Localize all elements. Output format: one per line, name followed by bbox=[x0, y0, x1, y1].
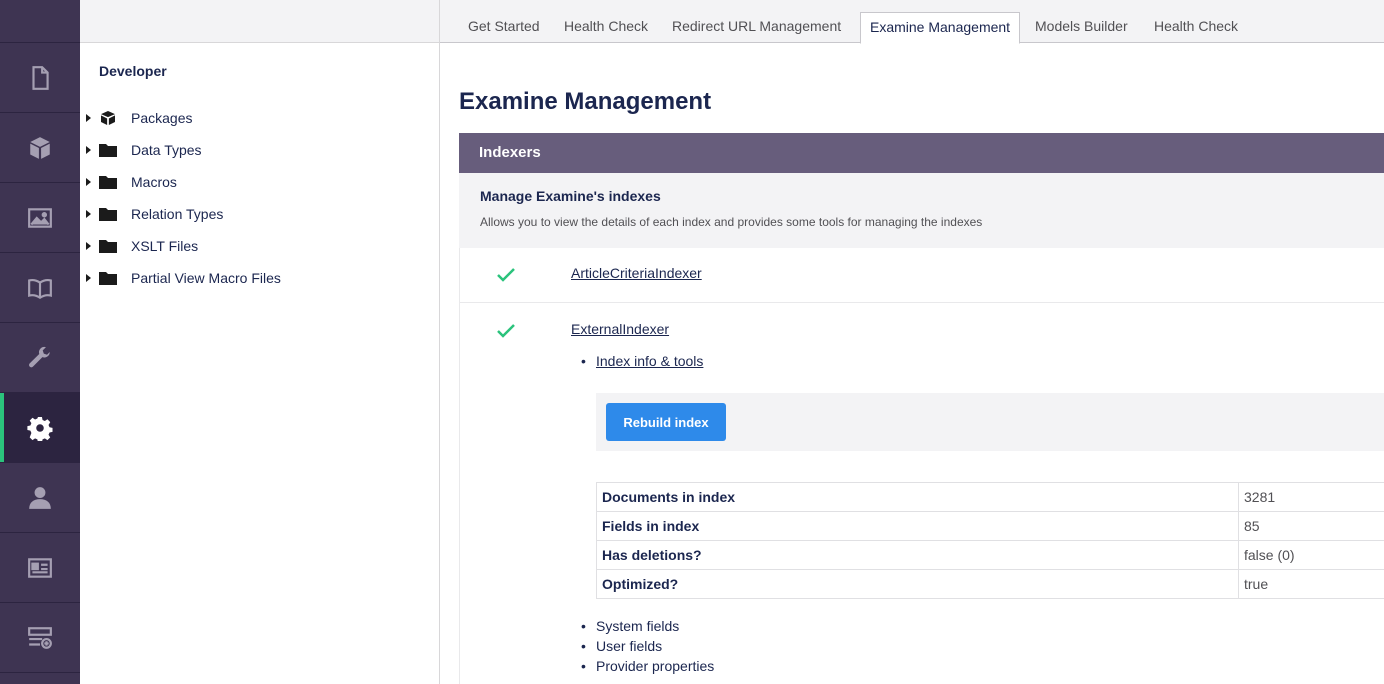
tab-get-started[interactable]: Get Started bbox=[459, 12, 549, 43]
tree-item-label[interactable]: XSLT Files bbox=[131, 238, 198, 254]
tab-bar: Get Started Health Check Redirect URL Ma… bbox=[440, 0, 1384, 44]
tab-models-builder[interactable]: Models Builder bbox=[1026, 12, 1137, 43]
tab-examine-management[interactable]: Examine Management bbox=[860, 12, 1021, 44]
rail-item-developer[interactable] bbox=[0, 393, 80, 463]
folder-icon bbox=[99, 240, 117, 253]
tab-health-check[interactable]: Health Check bbox=[555, 12, 657, 43]
index-info-table: Documents in index 3281 Fields in index … bbox=[596, 482, 1384, 599]
table-row: Has deletions? false (0) bbox=[596, 540, 1384, 570]
section-rail bbox=[0, 0, 80, 684]
user-icon bbox=[29, 486, 51, 509]
rail-item-settings[interactable] bbox=[0, 323, 80, 393]
folder-icon bbox=[99, 176, 117, 189]
tree-item-label[interactable]: Macros bbox=[131, 174, 177, 190]
rail-item-users[interactable] bbox=[0, 463, 80, 533]
panel-sub-title: Manage Examine's indexes bbox=[480, 188, 661, 204]
index-tools-box: Rebuild index bbox=[596, 393, 1384, 451]
check-icon bbox=[497, 268, 515, 282]
tree-item-label[interactable]: Partial View Macro Files bbox=[131, 270, 281, 286]
rail-header bbox=[0, 0, 80, 43]
rail-item-translation[interactable] bbox=[0, 253, 80, 323]
indexer-link-articlecriteria[interactable]: ArticleCriteriaIndexer bbox=[571, 265, 702, 281]
rail-item-packages[interactable] bbox=[0, 113, 80, 183]
gear-icon bbox=[27, 416, 53, 441]
info-key: Optimized? bbox=[596, 569, 1239, 599]
package-icon bbox=[101, 111, 115, 125]
rail-item-content[interactable] bbox=[0, 43, 80, 113]
system-fields-item[interactable]: System fields bbox=[581, 618, 679, 634]
indexer-row: ExternalIndexer Index info & tools Rebui… bbox=[460, 304, 1384, 684]
caret-right-icon[interactable] bbox=[86, 178, 91, 186]
caret-right-icon[interactable] bbox=[86, 274, 91, 282]
image-icon bbox=[28, 207, 52, 228]
tree-list: Packages Data Types Macros Relation Type… bbox=[80, 102, 439, 294]
rail-item-forms[interactable] bbox=[0, 603, 80, 673]
index-info-tools-link[interactable]: Index info & tools bbox=[581, 353, 703, 369]
indexer-list: ArticleCriteriaIndexer ExternalIndexer I… bbox=[459, 248, 1384, 684]
tree-item-relation-types[interactable]: Relation Types bbox=[80, 198, 439, 230]
tree-header bbox=[80, 0, 439, 43]
info-key: Documents in index bbox=[596, 482, 1239, 512]
table-row: Documents in index 3281 bbox=[596, 482, 1384, 512]
folder-icon bbox=[99, 144, 117, 157]
page-title: Examine Management bbox=[459, 88, 712, 115]
table-row: Optimized? true bbox=[596, 569, 1384, 599]
table-row: Fields in index 85 bbox=[596, 511, 1384, 541]
info-key: Has deletions? bbox=[596, 540, 1239, 570]
panel-subheader: Manage Examine's indexes Allows you to v… bbox=[459, 173, 1384, 248]
caret-right-icon[interactable] bbox=[86, 242, 91, 250]
tree-item-label[interactable]: Data Types bbox=[131, 142, 202, 158]
indexer-row: ArticleCriteriaIndexer bbox=[460, 248, 1384, 303]
tree-item-xslt-files[interactable]: XSLT Files bbox=[80, 230, 439, 262]
document-icon bbox=[32, 65, 49, 90]
tree-panel: Developer Packages Data Types Macros Rel… bbox=[80, 0, 440, 684]
book-icon bbox=[28, 278, 52, 299]
rail-item-members[interactable] bbox=[0, 533, 80, 603]
tree-item-label[interactable]: Packages bbox=[131, 110, 192, 126]
tree-item-data-types[interactable]: Data Types bbox=[80, 134, 439, 166]
tree-item-macros[interactable]: Macros bbox=[80, 166, 439, 198]
caret-right-icon[interactable] bbox=[86, 114, 91, 122]
rail-item-media[interactable] bbox=[0, 183, 80, 253]
panel-header: Indexers bbox=[459, 133, 1384, 173]
info-value: 85 bbox=[1238, 511, 1384, 541]
panel-sub-description: Allows you to view the details of each i… bbox=[480, 215, 983, 229]
rebuild-index-button[interactable]: Rebuild index bbox=[606, 403, 726, 441]
package-icon bbox=[30, 136, 50, 159]
provider-properties-item[interactable]: Provider properties bbox=[581, 658, 714, 674]
info-value: false (0) bbox=[1238, 540, 1384, 570]
caret-right-icon[interactable] bbox=[86, 146, 91, 154]
indexer-link-external[interactable]: ExternalIndexer bbox=[571, 321, 669, 337]
tree-item-label[interactable]: Relation Types bbox=[131, 206, 223, 222]
folder-icon bbox=[99, 272, 117, 285]
main-content: Examine Management Indexers Manage Exami… bbox=[440, 44, 1384, 684]
check-icon bbox=[497, 324, 515, 338]
tree-item-packages[interactable]: Packages bbox=[80, 102, 439, 134]
wrench-icon bbox=[29, 346, 50, 367]
tree-item-partial-view-macro-files[interactable]: Partial View Macro Files bbox=[80, 262, 439, 294]
tab-redirect-url-management[interactable]: Redirect URL Management bbox=[663, 12, 850, 43]
info-value: true bbox=[1238, 569, 1384, 599]
tree-title: Developer bbox=[99, 63, 167, 79]
user-fields-item[interactable]: User fields bbox=[581, 638, 662, 654]
form-add-icon bbox=[28, 626, 52, 649]
folder-icon bbox=[99, 208, 117, 221]
caret-right-icon[interactable] bbox=[86, 210, 91, 218]
id-card-icon bbox=[28, 557, 52, 578]
info-value: 3281 bbox=[1238, 482, 1384, 512]
info-key: Fields in index bbox=[596, 511, 1239, 541]
tab-health-check-2[interactable]: Health Check bbox=[1145, 12, 1247, 43]
